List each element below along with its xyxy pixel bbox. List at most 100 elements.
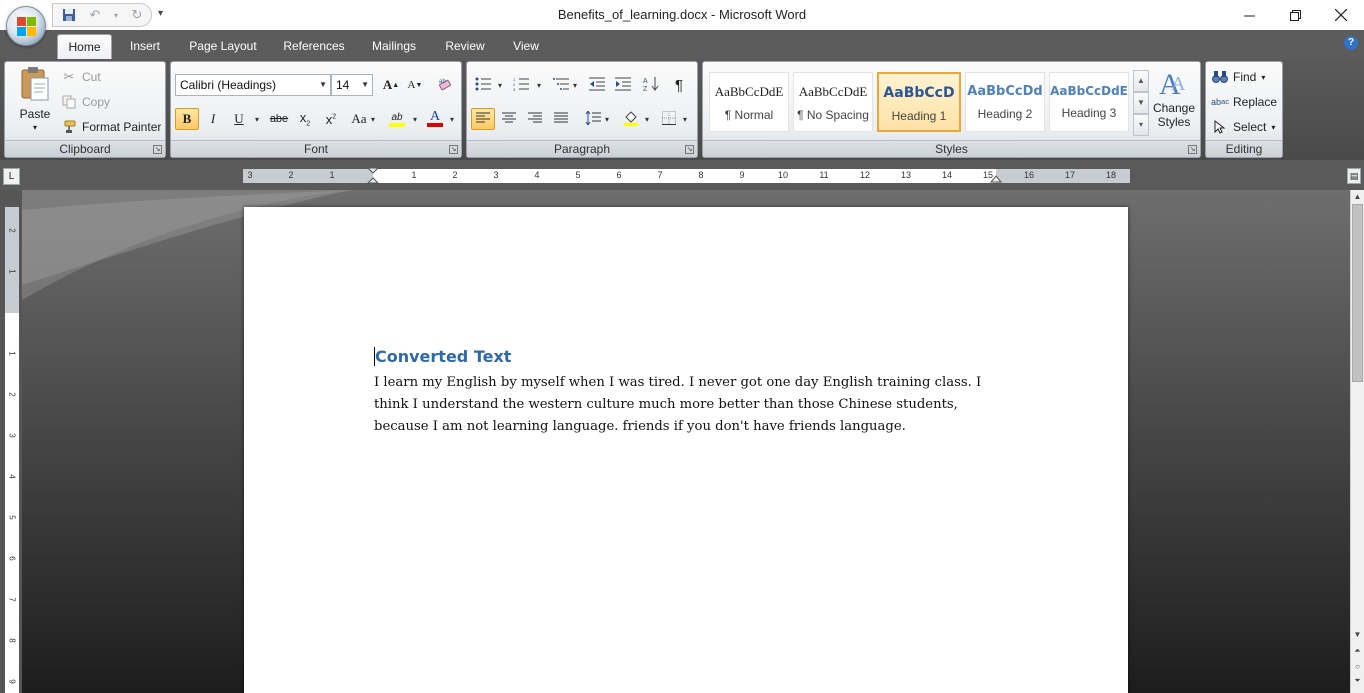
tab-stop-selector[interactable]: L <box>3 168 20 185</box>
numbering-dropdown-icon[interactable]: ▾ <box>537 81 541 90</box>
align-right-button[interactable] <box>523 108 547 130</box>
tab-mailings[interactable]: Mailings <box>364 34 424 59</box>
line-spacing-button[interactable] <box>581 108 605 130</box>
dialog-launcher-icon[interactable]: ↘ <box>685 145 694 154</box>
tab-review[interactable]: Review <box>438 34 492 59</box>
gallery-up-icon[interactable]: ▲ <box>1133 70 1149 92</box>
style-heading-1[interactable]: AaBbCcD Heading 1 <box>877 72 961 132</box>
tab-home[interactable]: Home <box>57 34 112 59</box>
paste-dropdown-icon: ▾ <box>32 123 37 132</box>
change-styles-icon: AA <box>1157 66 1191 101</box>
italic-button[interactable]: I <box>201 108 225 130</box>
vertical-ruler-number: 3 <box>7 433 17 438</box>
change-styles-button[interactable]: AA Change Styles <box>1151 66 1197 138</box>
style-normal[interactable]: AaBbCcDdE ¶ Normal <box>709 72 789 132</box>
style-heading-3[interactable]: AaBbCcDdE Heading 3 <box>1049 72 1129 132</box>
dialog-launcher-icon[interactable]: ↘ <box>449 145 458 154</box>
scroll-up-icon[interactable]: ▲ <box>1351 192 1364 201</box>
find-button[interactable]: Find ▾ <box>1212 66 1265 88</box>
eraser-icon: ab <box>437 76 453 95</box>
shrink-font-button[interactable]: A ▼ <box>403 74 427 96</box>
gallery-down-icon[interactable]: ▼ <box>1133 92 1149 114</box>
align-center-button[interactable] <box>497 108 521 130</box>
clear-formatting-button[interactable]: ab <box>433 74 457 96</box>
line-spacing-dropdown-icon[interactable]: ▾ <box>605 115 609 124</box>
multilevel-list-button[interactable] <box>549 74 573 96</box>
paste-button[interactable]: Paste ▾ <box>11 66 59 136</box>
right-indent-marker-icon[interactable] <box>990 173 1002 183</box>
tab-insert[interactable]: Insert <box>122 34 168 59</box>
bullets-button[interactable] <box>471 74 495 96</box>
select-browse-object-icon[interactable]: ○ <box>1351 662 1364 671</box>
styles-gallery-scroll: ▲ ▼ ▾ <box>1133 70 1149 136</box>
show-hide-button[interactable]: ¶ <box>667 74 691 96</box>
cut-button[interactable]: ✂ Cut <box>61 66 101 88</box>
underline-dropdown-icon[interactable]: ▾ <box>255 115 259 124</box>
select-button[interactable]: Select ▾ <box>1212 116 1275 138</box>
document-page[interactable]: Converted Text I learn my English by mys… <box>244 207 1128 693</box>
tab-page-layout[interactable]: Page Layout <box>182 34 264 59</box>
help-icon[interactable]: ? <box>1344 36 1358 50</box>
increase-indent-button[interactable] <box>611 74 635 96</box>
underline-button[interactable]: U <box>227 108 251 130</box>
align-left-button[interactable] <box>471 108 495 130</box>
style-no-spacing[interactable]: AaBbCcDdE ¶ No Spacing <box>793 72 873 132</box>
justify-button[interactable] <box>549 108 573 130</box>
view-ruler-icon[interactable]: ▤ <box>1347 168 1361 184</box>
superscript-button[interactable]: x2 <box>319 108 343 130</box>
tab-references[interactable]: References <box>278 34 350 59</box>
svg-text:A: A <box>1171 73 1186 95</box>
ruler-number: 1 <box>329 170 335 180</box>
previous-page-icon[interactable]: ⏶ <box>1351 646 1364 656</box>
dialog-launcher-icon[interactable]: ↘ <box>1188 145 1197 154</box>
bold-button[interactable]: B <box>175 108 199 130</box>
decrease-indent-button[interactable] <box>585 74 609 96</box>
gallery-more-icon[interactable]: ▾ <box>1133 114 1149 136</box>
bullets-dropdown-icon[interactable]: ▾ <box>498 81 502 90</box>
format-painter-button[interactable]: Format Painter <box>61 116 161 138</box>
font-size-select[interactable]: 14 ▼ <box>331 74 373 96</box>
borders-dropdown-icon[interactable]: ▾ <box>683 115 687 124</box>
vertical-scrollbar[interactable]: ▲ ▼ ⏶ ○ ⏷ <box>1350 190 1364 693</box>
font-color-dropdown-icon[interactable]: ▾ <box>450 115 454 124</box>
highlight-dropdown-icon[interactable]: ▾ <box>413 115 417 124</box>
tab-view[interactable]: View <box>506 34 546 59</box>
minimize-icon[interactable] <box>1226 0 1272 30</box>
restore-icon[interactable] <box>1272 0 1318 30</box>
next-page-icon[interactable]: ⏷ <box>1351 676 1364 686</box>
borders-button[interactable] <box>657 108 681 130</box>
dialog-launcher-icon[interactable]: ↘ <box>153 145 162 154</box>
format-painter-label: Format Painter <box>82 120 162 134</box>
grow-font-button[interactable]: A ▲ <box>379 74 403 96</box>
close-icon[interactable] <box>1318 0 1364 30</box>
document-body[interactable]: I learn my English by myself when I was … <box>374 372 994 438</box>
style-preview: AaBbCcDdE <box>714 84 784 99</box>
numbering-button[interactable]: 123 <box>509 74 533 96</box>
shading-button[interactable] <box>619 108 643 130</box>
indent-marker-icon[interactable] <box>367 167 379 185</box>
strikethrough-button[interactable]: abe <box>267 108 291 130</box>
horizontal-ruler[interactable]: 3 2 1 1 2 3 4 5 6 7 8 9 10 11 12 13 14 15 16 17 18 <box>243 167 1130 185</box>
subscript-button[interactable]: x2 <box>293 108 317 130</box>
copy-button[interactable]: Copy <box>61 91 110 113</box>
scroll-down-icon[interactable]: ▼ <box>1351 630 1364 639</box>
scrollbar-thumb[interactable] <box>1352 204 1363 382</box>
font-family-select[interactable]: Calibri (Headings) ▼ <box>175 74 331 96</box>
vertical-ruler-number: 2 <box>7 392 17 397</box>
vertical-ruler[interactable]: 2 1 1 2 3 4 5 6 7 8 9 <box>0 190 22 693</box>
office-button[interactable] <box>6 6 46 46</box>
document-heading[interactable]: Converted Text <box>374 347 511 366</box>
ruler-number: 8 <box>698 170 704 180</box>
sort-button[interactable]: AZ <box>639 74 663 96</box>
font-color-button[interactable]: A <box>423 108 447 130</box>
font-family-value: Calibri (Headings) <box>180 78 277 92</box>
highlight-button[interactable]: ab <box>385 108 409 130</box>
paint-bucket-icon <box>623 110 639 129</box>
replace-button[interactable]: ab ac Replace <box>1211 91 1277 113</box>
change-case-dropdown-icon[interactable]: ▾ <box>371 115 375 124</box>
shading-dropdown-icon[interactable]: ▾ <box>645 115 649 124</box>
copy-label: Copy <box>82 95 111 109</box>
style-heading-2[interactable]: AaBbCcDd Heading 2 <box>965 72 1045 132</box>
multilevel-dropdown-icon[interactable]: ▾ <box>573 81 577 90</box>
change-case-button[interactable]: Aa <box>347 108 371 130</box>
